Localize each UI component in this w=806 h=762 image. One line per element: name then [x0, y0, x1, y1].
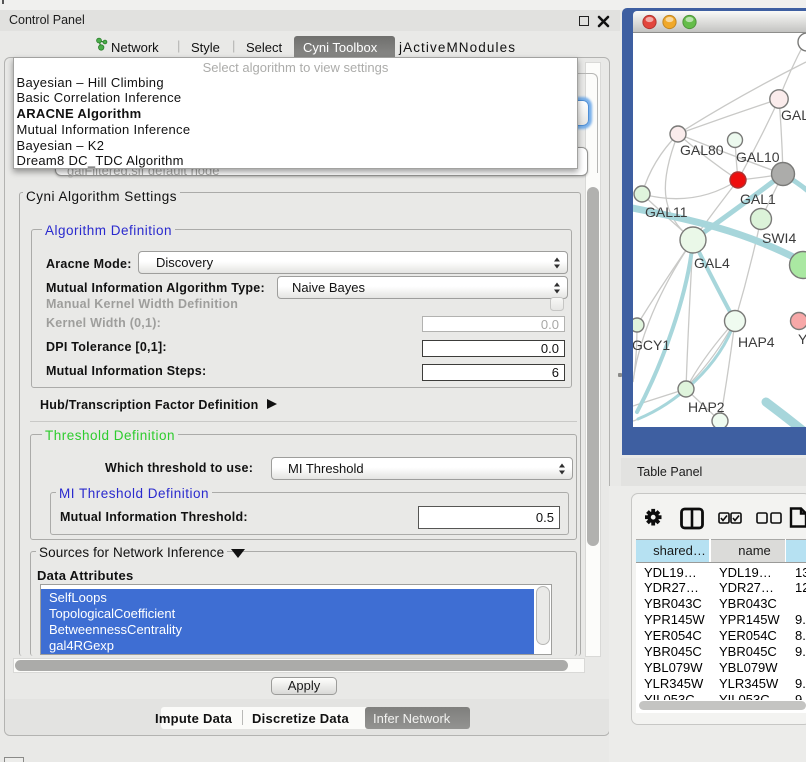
svg-text:GCY1: GCY1: [633, 337, 670, 353]
svg-text:GAL10: GAL10: [736, 149, 780, 165]
svg-text:GAL80: GAL80: [680, 142, 724, 158]
svg-text:GAL4: GAL4: [694, 255, 730, 271]
svg-text:HAP2: HAP2: [688, 399, 725, 415]
svg-text:GAL2: GAL2: [781, 107, 806, 123]
svg-text:GAL11: GAL11: [645, 204, 688, 220]
svg-text:GAL1: GAL1: [740, 191, 776, 207]
svg-text:SWI4: SWI4: [762, 230, 796, 246]
svg-text:Y: Y: [798, 331, 806, 347]
svg-text:HAP4: HAP4: [738, 334, 775, 350]
